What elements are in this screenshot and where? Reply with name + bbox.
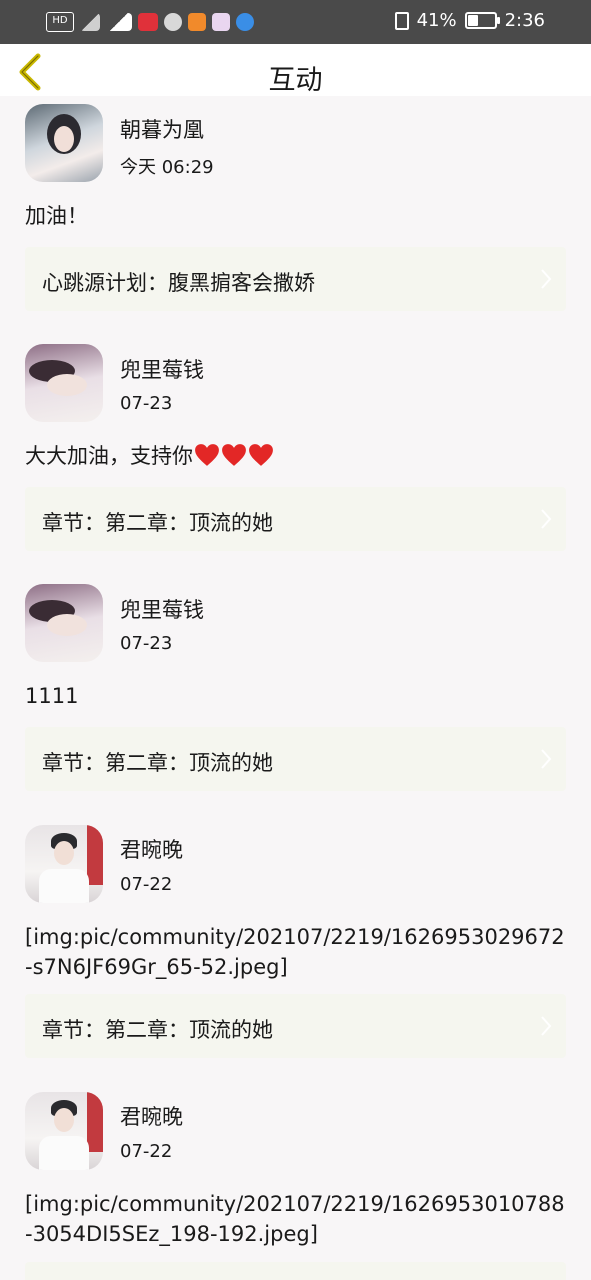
username[interactable]: 君晼晚 [120,834,183,864]
heart-emoji-icon [222,444,246,466]
reference-link[interactable]: 章节：第二章：顶流的她 [25,727,566,791]
nav-bar: 互动 [0,44,591,96]
username[interactable]: 兜里莓钱 [120,594,204,624]
signal-icon [80,13,100,31]
battery-icon [464,12,500,29]
compass-app-icon [236,13,254,31]
app-notification-icon [138,13,158,31]
chevron-right-icon [541,269,552,289]
post-item: 君晼晚 07-22 [img:pic/community/202107/2219… [0,1084,591,1280]
chevron-right-icon [541,509,552,529]
username[interactable]: 君晼晚 [120,1101,183,1131]
heart-emoji-icon [195,444,219,466]
avatar[interactable] [25,825,103,903]
username[interactable]: 朝暮为凰 [120,114,204,144]
post-date: 07-23 [120,633,173,654]
hearts [193,444,274,468]
hd-icon: HD [46,12,74,32]
comment-body: 大大加油，支持你 [25,444,193,468]
chevron-right-icon [541,749,552,769]
comment-text: 1111 [25,684,79,708]
post-item: 兜里莓钱 07-23 大大加油，支持你 章节：第二章：顶流的她 [0,336,591,576]
post-item: 兜里莓钱 07-23 1111 章节：第二章：顶流的她 [0,576,591,816]
chevron-right-icon [541,1016,552,1036]
reference-link[interactable]: 章节：第二章：顶流的她 [25,994,566,1058]
status-bar: HD 41% 2:36 [0,0,591,44]
post-item: 君晼晚 07-22 [img:pic/community/202107/2219… [0,816,591,1084]
reference-link[interactable] [25,1262,566,1280]
comment-text: 大大加油，支持你 [25,441,570,471]
reference-title: 章节：第二章：顶流的她 [42,511,273,535]
vibrate-icon [394,11,409,30]
reference-link[interactable]: 心跳源计划：腹黑掮客会撒娇 [25,247,566,311]
avatar[interactable] [25,344,103,422]
page-title: 互动 [268,65,323,96]
comment-text: 加油！ [25,204,88,228]
battery-percent: 41% [416,10,457,31]
reference-title: 章节：第二章：顶流的她 [42,1018,273,1042]
status-icons-left: HD [46,11,254,33]
post-date: 07-23 [120,393,173,414]
wechat-icon [164,13,182,31]
post-date: 07-22 [120,874,173,895]
video-app-icon [188,13,206,31]
interaction-list[interactable]: 朝暮为凰 今天 06:29 加油！ 心跳源计划：腹黑掮客会撒娇 兜里莓钱 07-… [0,96,591,1280]
reference-title: 心跳源计划：腹黑掮客会撒娇 [42,271,315,295]
comment-text: [img:pic/community/202107/2219/162695301… [25,1192,565,1246]
reference-link[interactable]: 章节：第二章：顶流的她 [25,487,566,551]
browser-app-icon [212,13,230,31]
post-date: 07-22 [120,1141,173,1162]
post-date: 今天 06:29 [120,157,214,178]
comment-text: [img:pic/community/202107/2219/162695302… [25,925,565,979]
heart-emoji-icon [249,444,273,466]
post-item: 朝暮为凰 今天 06:29 加油！ 心跳源计划：腹黑掮客会撒娇 [0,96,591,336]
avatar[interactable] [25,584,103,662]
avatar[interactable] [25,1092,103,1170]
username[interactable]: 兜里莓钱 [120,354,204,384]
status-icons-right: 41% 2:36 [394,10,545,31]
reference-title: 章节：第二章：顶流的她 [42,751,273,775]
signal-4g-icon [106,13,132,31]
battery-fill [467,15,478,26]
clock: 2:36 [504,10,545,31]
avatar[interactable] [25,104,103,182]
